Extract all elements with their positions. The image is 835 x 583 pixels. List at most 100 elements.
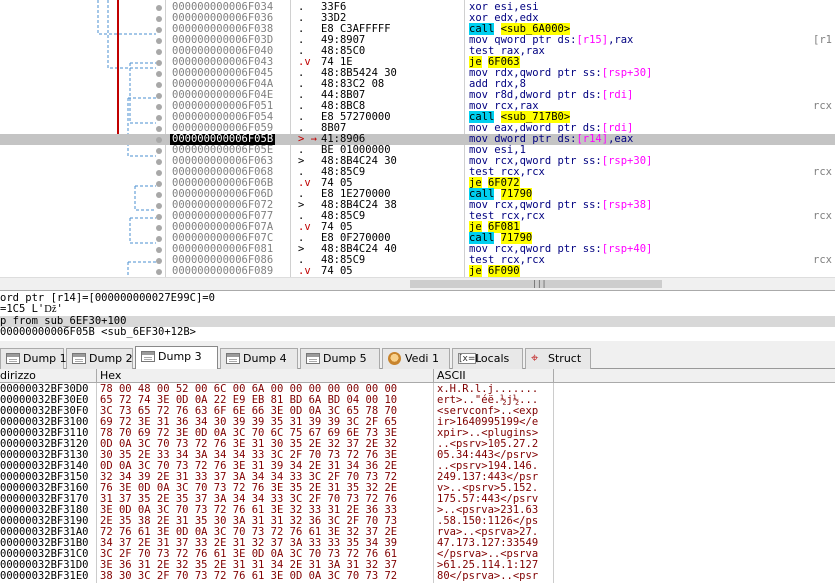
disasm-row[interactable]: 000000000006F07A .v 74 05 je 6F081 <box>0 221 835 233</box>
disasm-row[interactable]: 000000000006F04A. 48:83C2 08 add rdx,8 <box>0 79 835 90</box>
watch-icon <box>388 352 401 365</box>
tab-dump-1[interactable]: Dump 1 <box>0 348 67 369</box>
breakpoint-dot-icon[interactable] <box>156 115 162 121</box>
disasm-row[interactable]: 000000000006F040. 48:85C0 test rax,rax <box>0 46 835 57</box>
bottom-tabs: Dump 1 Dump 2 Dump 3 Dump 4 Dump 5 Vedi 1 [x=]… <box>0 345 835 370</box>
breakpoint-dot-icon[interactable] <box>156 236 162 242</box>
jump-indicator: .v <box>298 265 311 277</box>
tab-label: Dump 2 <box>89 352 133 365</box>
disasm-row[interactable]: 000000000006F043 .v 74 1E je 6F063 <box>0 56 835 68</box>
hex-row[interactable]: 00000032BF31E0 38 30 3C 2F 70 73 72 76 61… <box>0 571 835 582</box>
breakpoint-dot-icon[interactable] <box>156 192 162 198</box>
disasm-row[interactable]: 000000000006F063 >48:8B4C24 30 mov rcx,qwo… <box>0 156 835 167</box>
dump-icon <box>226 353 240 364</box>
disasm-row[interactable]: 000000000006F036. 33D2 xor edx,edx <box>0 13 835 24</box>
info-location: 00000000006F05B <sub_6EF30+12B> <box>0 326 196 338</box>
hex-dump-view[interactable]: dirizzo Hex ASCII 00000032BF30D0 78 00 48… <box>0 369 835 583</box>
breakpoint-dot-icon[interactable] <box>156 16 162 22</box>
breakpoint-dot-icon[interactable] <box>156 247 162 253</box>
horizontal-scrollbar[interactable]: ||| <box>0 277 835 289</box>
disasm-row[interactable]: 000000000006F077. 48:85C9 test rcx,rcx rcx <box>0 211 835 222</box>
breakpoint-dot-icon[interactable] <box>156 170 162 176</box>
hex-bytes[interactable]: 38 30 3C 2F 70 73 72 76 61 3E 0D 0A 3C 7… <box>100 571 397 582</box>
disasm-row[interactable]: 000000000006F054. E8 57270000 call <sub_71… <box>0 111 835 123</box>
header-ascii[interactable]: ASCII <box>434 369 554 383</box>
breakpoint-dot-icon[interactable] <box>156 38 162 44</box>
instruction-part: [r15] <box>576 34 609 46</box>
tab-locals[interactable]: [x=] Locals <box>452 348 523 369</box>
header-address[interactable]: dirizzo <box>0 369 97 383</box>
breakpoint-dot-icon[interactable] <box>156 82 162 88</box>
disasm-row[interactable]: 000000000006F04E. 44:8B07 mov r8d,dword pt… <box>0 90 835 101</box>
dump-icon <box>6 353 20 364</box>
instruction-part: [rdi] <box>601 89 634 101</box>
instruction-comment: rcx <box>813 100 832 112</box>
disasm-row[interactable]: 000000000006F072 >48:8B4C24 38 mov rcx,qwo… <box>0 200 835 211</box>
dump-icon <box>306 353 320 364</box>
disasm-row[interactable]: 000000000006F05B > → 41:8906 mov dword ptr … <box>0 134 835 145</box>
breakpoint-dot-icon[interactable] <box>156 225 162 231</box>
disasm-row[interactable]: 000000000006F06D. E8 1E270000 call 71790 <box>0 188 835 200</box>
dump-icon <box>72 353 86 364</box>
disasm-row[interactable]: 000000000006F045. 48:8B5424 30 mov rdx,qwo… <box>0 68 835 79</box>
breakpoint-dot-icon[interactable] <box>156 49 162 55</box>
breakpoint-dot-icon[interactable] <box>156 203 162 209</box>
tab-dump-4[interactable]: Dump 4 <box>220 348 298 369</box>
disasm-row[interactable]: 000000000006F038. E8 C3AFFFFF call <sub_6A… <box>0 23 835 35</box>
breakpoint-dot-icon[interactable] <box>156 137 162 143</box>
disasm-row[interactable]: 000000000006F03D. 49:8907 mov qword ptr ds… <box>0 35 835 46</box>
breakpoint-dot-icon[interactable] <box>156 27 162 33</box>
locals-icon: [x=] <box>458 353 479 364</box>
breakpoint-dot-icon[interactable] <box>156 269 162 275</box>
breakpoint-dot-icon[interactable] <box>156 93 162 99</box>
disasm-row[interactable]: 000000000006F081 >48:8B4C24 40 mov rcx,qwo… <box>0 244 835 255</box>
instruction-part: ,rax <box>608 34 634 46</box>
breakpoint-dot-icon[interactable] <box>156 71 162 77</box>
disasm-row[interactable]: 000000000006F034. 33F6 xor esi,esi <box>0 2 835 13</box>
breakpoint-dot-icon[interactable] <box>156 214 162 220</box>
tab-dump-3[interactable]: Dump 3 <box>135 346 218 370</box>
disasm-row[interactable]: 000000000006F068. 48:85C9 test rcx,rcx rcx <box>0 167 835 178</box>
disasm-row[interactable]: 000000000006F086. 48:85C9 test rcx,rcx rcx <box>0 255 835 266</box>
breakpoint-dot-icon[interactable] <box>156 148 162 154</box>
breakpoint-dot-icon[interactable] <box>156 60 162 66</box>
instruction-part: [rsp+40] <box>601 243 653 255</box>
tab-struct[interactable]: ⌖ Struct <box>525 348 591 369</box>
disasm-row[interactable]: 000000000006F059. 8B07 mov eax,dword ptr d… <box>0 123 835 134</box>
info-operand: ord ptr [r14]=[000000000027E99C]=0 <box>0 292 215 304</box>
instruction-part: [rsp+30] <box>601 155 653 167</box>
breakpoint-dot-icon[interactable] <box>156 5 162 11</box>
tab-dump-5[interactable]: Dump 5 <box>300 348 380 369</box>
breakpoint-dot-icon[interactable] <box>156 126 162 132</box>
instruction-comment: [r1 <box>813 34 832 46</box>
tab-label: Locals <box>475 352 510 365</box>
instruction-part: je <box>469 265 482 277</box>
breakpoint-dot-icon[interactable] <box>156 159 162 165</box>
scrollbar-grip: ||| <box>532 279 547 288</box>
instruction-part: [rsp+38] <box>601 199 653 211</box>
hex-address: 00000032BF31E0 <box>0 570 89 582</box>
disasm-row[interactable]: 000000000006F05E. BE 01000000 mov esi,1 <box>0 145 835 156</box>
tab-dump-2[interactable]: Dump 2 <box>66 348 133 369</box>
tab-label: Struct <box>548 352 582 365</box>
disasm-row[interactable]: 000000000006F051. 48:8BC8 mov rcx,rax rcx <box>0 101 835 112</box>
disassembly-view[interactable]: 000000000006F034. 33F6 xor esi,esi 00000000… <box>0 0 835 277</box>
instruction-comment: rcx <box>813 254 832 266</box>
tab-label: Dump 4 <box>243 352 287 365</box>
instruction-bytes: 74 05 <box>321 265 353 277</box>
instruction-part: 6F090 <box>487 265 520 277</box>
disasm-row[interactable]: 000000000006F06B .v 74 05 je 6F072 <box>0 177 835 189</box>
info-value: =1C5 L'ǅ' <box>0 303 63 315</box>
hex-ascii[interactable]: 80</psrva>..<psr <box>437 571 538 582</box>
header-hex[interactable]: Hex <box>97 369 434 383</box>
breakpoint-dot-icon[interactable] <box>156 258 162 264</box>
disasm-row[interactable]: 000000000006F089 .v 74 05 je 6F090 <box>0 265 835 277</box>
tab-label: Dump 5 <box>323 352 367 365</box>
tab-vedi-1[interactable]: Vedi 1 <box>382 348 450 369</box>
instruction-part: [rsp+30] <box>601 67 653 79</box>
struct-icon: ⌖ <box>531 351 539 366</box>
disasm-row[interactable]: 000000000006F07C. E8 0F270000 call 71790 <box>0 232 835 244</box>
breakpoint-dot-icon[interactable] <box>156 104 162 110</box>
tab-label: Dump 3 <box>158 350 202 363</box>
breakpoint-dot-icon[interactable] <box>156 181 162 187</box>
